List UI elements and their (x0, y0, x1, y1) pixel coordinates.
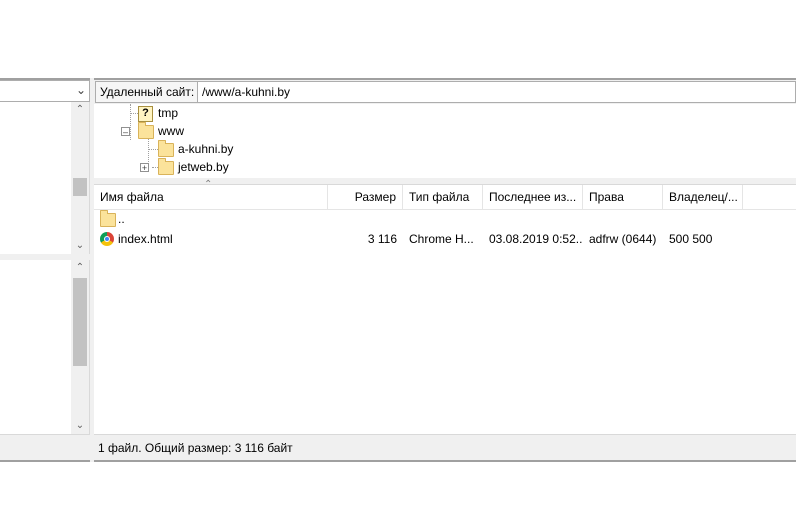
tree-connector (130, 104, 131, 140)
file-list-header: ⌃ Имя файла Размер Тип файла Последнее и… (94, 179, 796, 210)
local-directory-tree[interactable]: ⌃ ⌄ (0, 102, 90, 254)
folder-icon (158, 158, 174, 175)
remote-site-label: Удаленный сайт: (95, 81, 200, 103)
remote-file-list[interactable]: ⌃ Имя файла Размер Тип файла Последнее и… (94, 179, 796, 434)
scroll-up-icon[interactable]: ⌃ (71, 260, 89, 276)
file-size: 3 116 (367, 232, 397, 246)
collapse-icon[interactable]: – (121, 127, 130, 137)
chevron-down-icon[interactable]: ⌄ (76, 83, 86, 97)
scroll-down-icon[interactable]: ⌄ (71, 418, 89, 434)
expand-icon[interactable]: + (140, 163, 149, 173)
column-owner[interactable]: Владелец/... (663, 185, 743, 209)
local-path-combobox[interactable]: ⌄ (0, 80, 90, 102)
file-row-index-html[interactable]: index.html 3 116 Chrome H... 03.08.2019 … (94, 229, 796, 249)
remote-status-bar: 1 файл. Общий размер: 3 116 байт (94, 434, 796, 460)
folder-icon (158, 140, 174, 157)
remote-path-input[interactable] (197, 81, 796, 103)
file-name: index.html (118, 232, 173, 246)
remote-site-bar: Удаленный сайт: (94, 80, 796, 104)
scroll-up-icon[interactable]: ⌃ (71, 102, 89, 118)
scroll-thumb[interactable] (73, 178, 87, 196)
file-type: Chrome H... (409, 232, 474, 246)
file-modified: 03.08.2019 0:52... (489, 232, 583, 246)
local-tree-scrollbar[interactable]: ⌃ ⌄ (71, 102, 89, 254)
folder-icon (138, 122, 154, 139)
local-file-list[interactable]: ⌃ ⌄ (0, 260, 90, 434)
column-size[interactable]: Размер (328, 185, 403, 209)
tree-connector (130, 113, 138, 114)
local-status-bar (0, 434, 90, 460)
column-filename[interactable]: Имя файла (94, 185, 328, 209)
column-modified[interactable]: Последнее из... (483, 185, 583, 209)
local-list-scrollbar[interactable]: ⌃ ⌄ (71, 260, 89, 434)
file-permissions: adfrw (0644) (589, 232, 657, 246)
scroll-thumb[interactable] (73, 278, 87, 366)
column-permissions[interactable]: Права (583, 185, 663, 209)
column-type[interactable]: Тип файла (403, 185, 483, 209)
unknown-folder-icon: ? (138, 106, 153, 122)
remote-directory-tree[interactable]: ? tmp – www a-kuhni.by + jetweb.by (94, 104, 796, 178)
scroll-down-icon[interactable]: ⌄ (71, 238, 89, 254)
tree-connector (148, 149, 158, 150)
file-row-parent[interactable]: .. (94, 209, 796, 229)
file-owner: 500 500 (669, 232, 713, 246)
